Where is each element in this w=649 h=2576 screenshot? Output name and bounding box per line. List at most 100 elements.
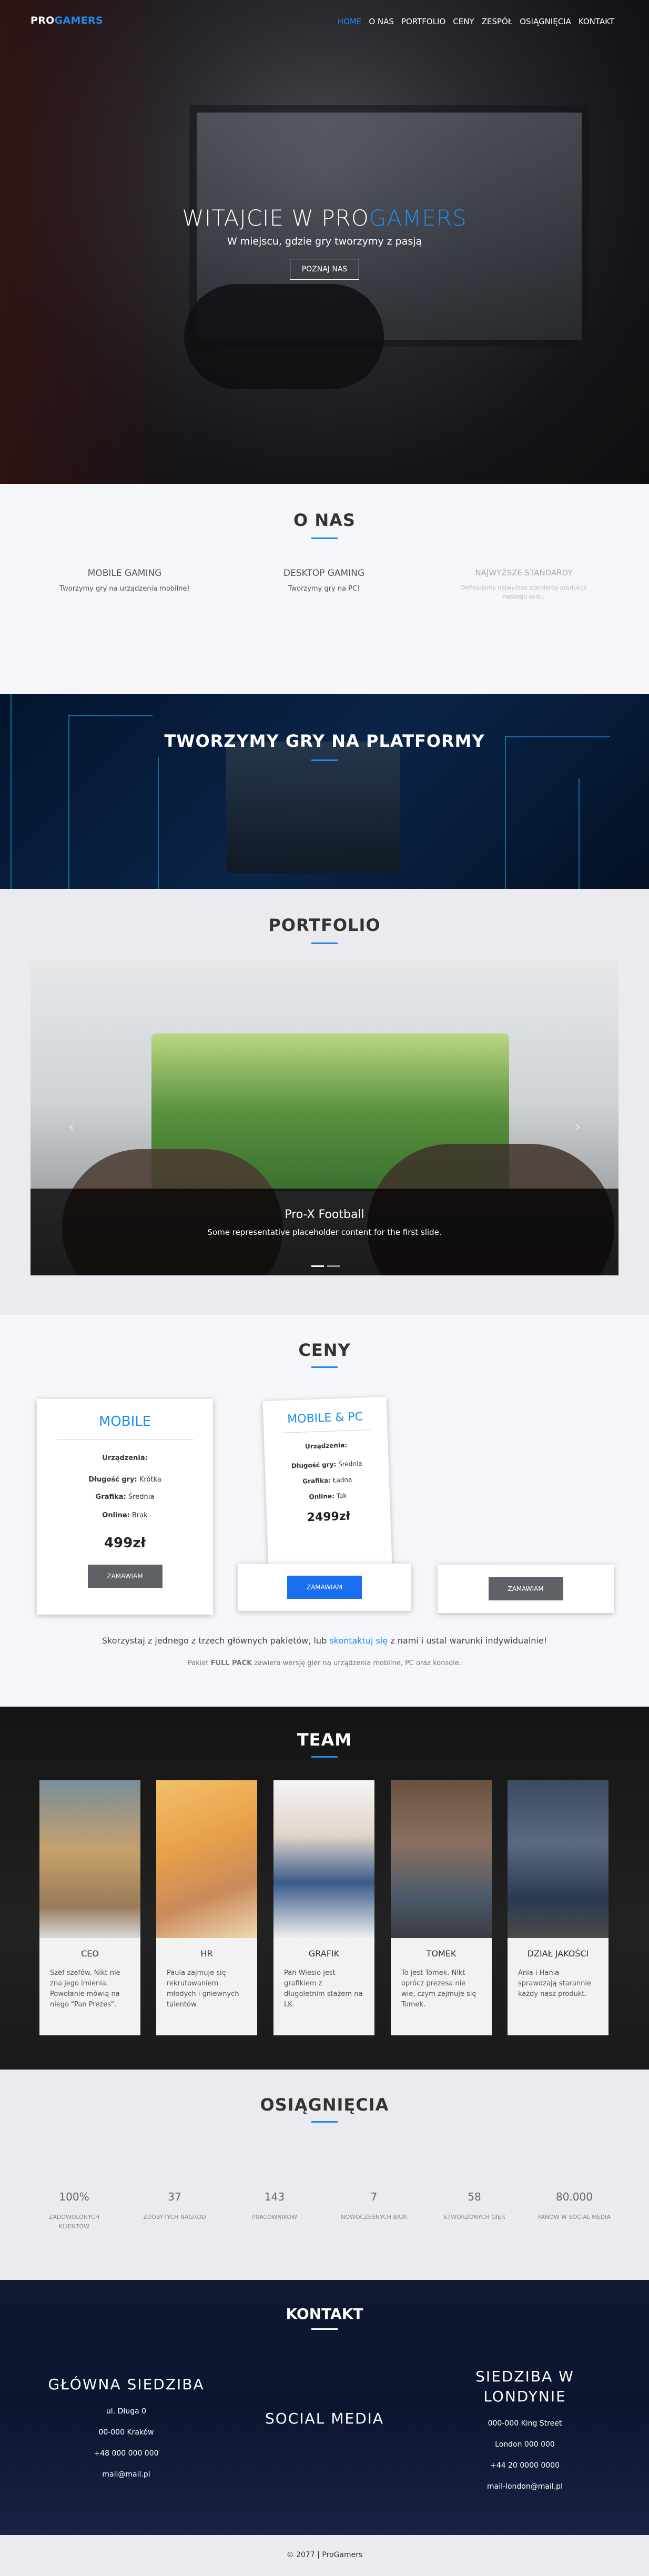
stat-value: 80.000 — [556, 2190, 593, 2203]
builder-photo — [273, 1780, 374, 1938]
pricing-row: Online: Brak — [102, 1512, 148, 1519]
circuit-line — [579, 778, 580, 889]
contact-line: 000-000 King Street — [488, 2419, 562, 2428]
feature-standards: NAJWYŻSZE STANDARDY Definiujemy najwyższ… — [440, 568, 608, 601]
portfolio-section: PORTFOLIO ‹ › Pro-X Football Some repres… — [0, 889, 649, 1315]
team-card-graphic: GRAFIK Pan Wiesio jest grafikiem z długo… — [273, 1780, 374, 2035]
feature-title: NAJWYŻSZE STANDARDY — [475, 568, 573, 577]
copyright: © 2077 | ProGamers — [286, 2551, 363, 2559]
team-role: GRAFIK — [308, 1949, 340, 1959]
stat-value: 143 — [264, 2190, 285, 2203]
nav-link-pricing[interactable]: CENY — [453, 17, 474, 26]
order-button[interactable]: ZAMAWIAM — [488, 1577, 563, 1600]
contact-line: +44 20 0000 0000 — [490, 2461, 560, 2470]
team-bio: Paula zajmuje się rekrutowaniem młodych … — [167, 1969, 239, 2009]
contact-link[interactable]: skontaktuj się — [329, 1636, 388, 1646]
carousel-prev-icon[interactable]: ‹ — [68, 1118, 74, 1135]
feature-desktop: DESKTOP GAMING Tworzymy gry na PC! — [240, 568, 408, 593]
pricing-note: Skorzystaj z jednego z trzech głównych p… — [102, 1636, 547, 1646]
pricing-card-title: MOBILE — [98, 1414, 151, 1429]
contact-email[interactable]: mail-london@mail.pl — [430, 2482, 620, 2491]
contact-col-title: SIEDZIBA W LONDYNIE — [475, 2368, 574, 2405]
hero-section: WITAJCIE W PROGAMERS W miejscu, gdzie gr… — [0, 0, 649, 484]
order-button[interactable]: ZAMAWIAM — [87, 1565, 163, 1588]
stat-value: 7 — [370, 2190, 378, 2203]
nav-link-contact[interactable]: KONTAKT — [579, 17, 614, 26]
carousel-indicator[interactable] — [311, 1265, 324, 1267]
team-card-quality: DZIAŁ JAKOŚCI Ania i Hania sprawdzają st… — [508, 1780, 609, 2035]
pricing-row: Grafika: Ładna — [302, 1476, 352, 1485]
stat-value: 37 — [168, 2190, 181, 2203]
stat-label: ZDOBYTYCH NAGRÓD — [143, 2214, 206, 2220]
pricing-row: Długość gry: Krótka — [88, 1476, 161, 1484]
nav-link-home[interactable]: HOME — [338, 17, 362, 26]
stat-employees: 143 PRACOWNIKÓW — [235, 2190, 314, 2222]
contact-social: SOCIAL MEDIA — [230, 2409, 419, 2429]
order-button[interactable]: ZAMAWIAM — [287, 1576, 362, 1599]
contact-title: KONTAKT — [286, 2305, 363, 2323]
platforms-section: TWORZYMY GRY NA PLATFORMY — [0, 694, 649, 889]
nav-link-about[interactable]: O NAS — [369, 17, 394, 26]
contact-email[interactable]: mail@mail.pl — [26, 2470, 226, 2479]
circuit-chip-image — [226, 742, 400, 873]
team-role: TOMEK — [426, 1949, 457, 1959]
hero-cta-button[interactable]: POZNAJ NAS — [290, 259, 359, 280]
contact-london-office: SIEDZIBA W LONDYNIE 000-000 King Street L… — [430, 2367, 620, 2491]
contact-col-title: GŁÓWNA SIEDZIBA — [48, 2376, 205, 2393]
stat-label: STWORZONYCH GIER — [443, 2214, 505, 2220]
pricing-price: 2499zł — [307, 1509, 351, 1525]
contact-title-underline — [311, 2328, 338, 2330]
nav-link-portfolio[interactable]: PORTFOLIO — [401, 17, 445, 26]
contact-section: KONTAKT GŁÓWNA SIEDZIBA ul. Długa 0 00-0… — [0, 2280, 649, 2535]
pricing-row: Urządzenia: — [305, 1441, 348, 1451]
portfolio-carousel[interactable]: ‹ › Pro-X Football Some representative p… — [31, 960, 618, 1275]
team-bio: Ania i Hania sprawdzają starannie każdy … — [518, 1969, 591, 1999]
stat-label: PRACOWNIKÓW — [252, 2214, 297, 2220]
circuit-line — [158, 757, 159, 889]
achievements-section: OSIĄGNIĘCIA 100% ZADOWOLONYCH KLIENTÓW 3… — [0, 2070, 649, 2280]
team-card-ceo: CEO Szef szefów. Nikt nie zna jego imien… — [39, 1780, 140, 2035]
pricing-note-fullpack: Pakiet FULL PACK zawiera wersję gier na … — [188, 1659, 461, 1667]
team-card-hr: HR Paula zajmuje się rekrutowaniem młody… — [156, 1780, 257, 2035]
stat-value: 58 — [468, 2190, 481, 2203]
about-section: O NAS MOBILE GAMING Tworzymy gry na urzą… — [0, 484, 649, 694]
hero-subtitle: W miejscu, gdzie gry tworzymy z pasją — [227, 236, 422, 247]
brand-logo[interactable]: PROGAMERS — [31, 15, 103, 26]
achievements-title: OSIĄGNIĘCIA — [260, 2095, 389, 2115]
bearded-man-photo — [39, 1780, 140, 1938]
contact-main-office: GŁÓWNA SIEDZIBA ul. Długa 0 00-000 Krakó… — [26, 2375, 226, 2479]
pricing-card-mobile-pc-footer: ZAMAWIAM — [238, 1564, 411, 1611]
circuit-line — [505, 736, 506, 889]
slide-text: Some representative placeholder content … — [207, 1228, 442, 1237]
carousel-next-icon[interactable]: › — [575, 1118, 581, 1135]
team-bio: To jest Tomek. Nikt oprócz prezesa nie w… — [401, 1969, 476, 2009]
carousel-indicator[interactable] — [327, 1265, 340, 1267]
pricing-price: 499zł — [104, 1535, 146, 1551]
office-man-photo — [391, 1780, 492, 1938]
team-photo — [508, 1780, 609, 1938]
pricing-title-underline — [311, 1366, 338, 1368]
nav-link-achievements[interactable]: OSIĄGNIĘCIA — [520, 17, 571, 26]
stat-awards: 37 ZDOBYTYCH NAGRÓD — [135, 2190, 214, 2222]
pricing-card-mobile-pc: MOBILE & PC Urządzenia: Długość gry: Śre… — [262, 1396, 392, 1570]
pricing-row: Urządzenia: — [102, 1454, 148, 1462]
circuit-line — [68, 715, 153, 716]
pricing-card-title: MOBILE & PC — [287, 1410, 363, 1426]
nav-link-team[interactable]: ZESPÓŁ — [482, 17, 513, 26]
team-role: HR — [200, 1949, 213, 1959]
footer: © 2077 | ProGamers — [0, 2535, 649, 2576]
team-section: TEAM CEO Szef szefów. Nikt nie zna jego … — [0, 1707, 649, 2070]
team-card-tomek: TOMEK To jest Tomek. Nikt oprócz prezesa… — [391, 1780, 492, 2035]
team-bio: Szef szefów. Nikt nie zna jego imienia. … — [50, 1969, 120, 2009]
stat-label: NOWOCZESNYCH BIUR — [341, 2214, 407, 2220]
about-title-underline — [311, 537, 338, 539]
portfolio-title: PORTFOLIO — [268, 915, 381, 935]
pricing-card-mobile: MOBILE Urządzenia: Długość gry: Krótka G… — [37, 1399, 213, 1615]
stat-offices: 7 NOWOCZESNYCH BIUR — [334, 2190, 413, 2222]
platforms-title: TWORZYMY GRY NA PLATFORMY — [164, 731, 485, 751]
pricing-card-full: ZAMAWIAM — [438, 1565, 614, 1613]
pricing-row: Online: Tak — [309, 1492, 347, 1501]
team-title: TEAM — [297, 1730, 352, 1750]
feature-mobile: MOBILE GAMING Tworzymy gry na urządzenia… — [40, 568, 209, 593]
pricing-row: Długość gry: Średnia — [291, 1459, 362, 1470]
